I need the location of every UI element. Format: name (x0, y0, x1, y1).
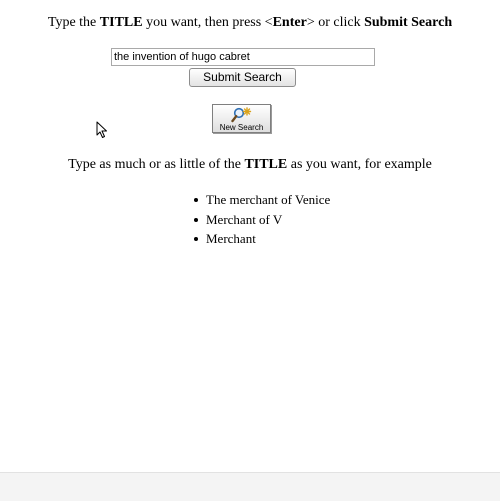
example-list: The merchant of Venice Merchant of V Mer… (192, 190, 330, 249)
example-instruction: Type as much or as little of the TITLE a… (0, 156, 500, 174)
instruction-enter-word: Enter (272, 15, 307, 30)
instruction-submit-phrase: Submit Search (364, 15, 453, 30)
search-instruction: Type the TITLE you want, then press <Ent… (0, 14, 500, 32)
new-search-label: New Search (219, 123, 264, 132)
new-search-button[interactable]: New Search (212, 104, 271, 133)
mouse-cursor-icon (96, 121, 107, 138)
instruction-text-3: > or click (306, 15, 365, 30)
example-item: Merchant of V (192, 210, 330, 230)
example-item: Merchant (192, 229, 330, 249)
example-text-1: Type as much or as little of the (68, 157, 245, 172)
magnifier-sparkle-icon (231, 107, 252, 123)
submit-search-button[interactable]: Submit Search (189, 68, 296, 87)
instruction-text-2: you want, then press < (142, 15, 273, 30)
title-search-input[interactable] (111, 48, 375, 66)
example-item: The merchant of Venice (192, 190, 330, 210)
instruction-title-word: TITLE (99, 15, 143, 30)
example-title-word: TITLE (244, 157, 288, 172)
instruction-text-1: Type the (47, 15, 100, 30)
example-text-2: as you want, for example (287, 157, 432, 172)
window-bottom-edge (0, 472, 500, 501)
